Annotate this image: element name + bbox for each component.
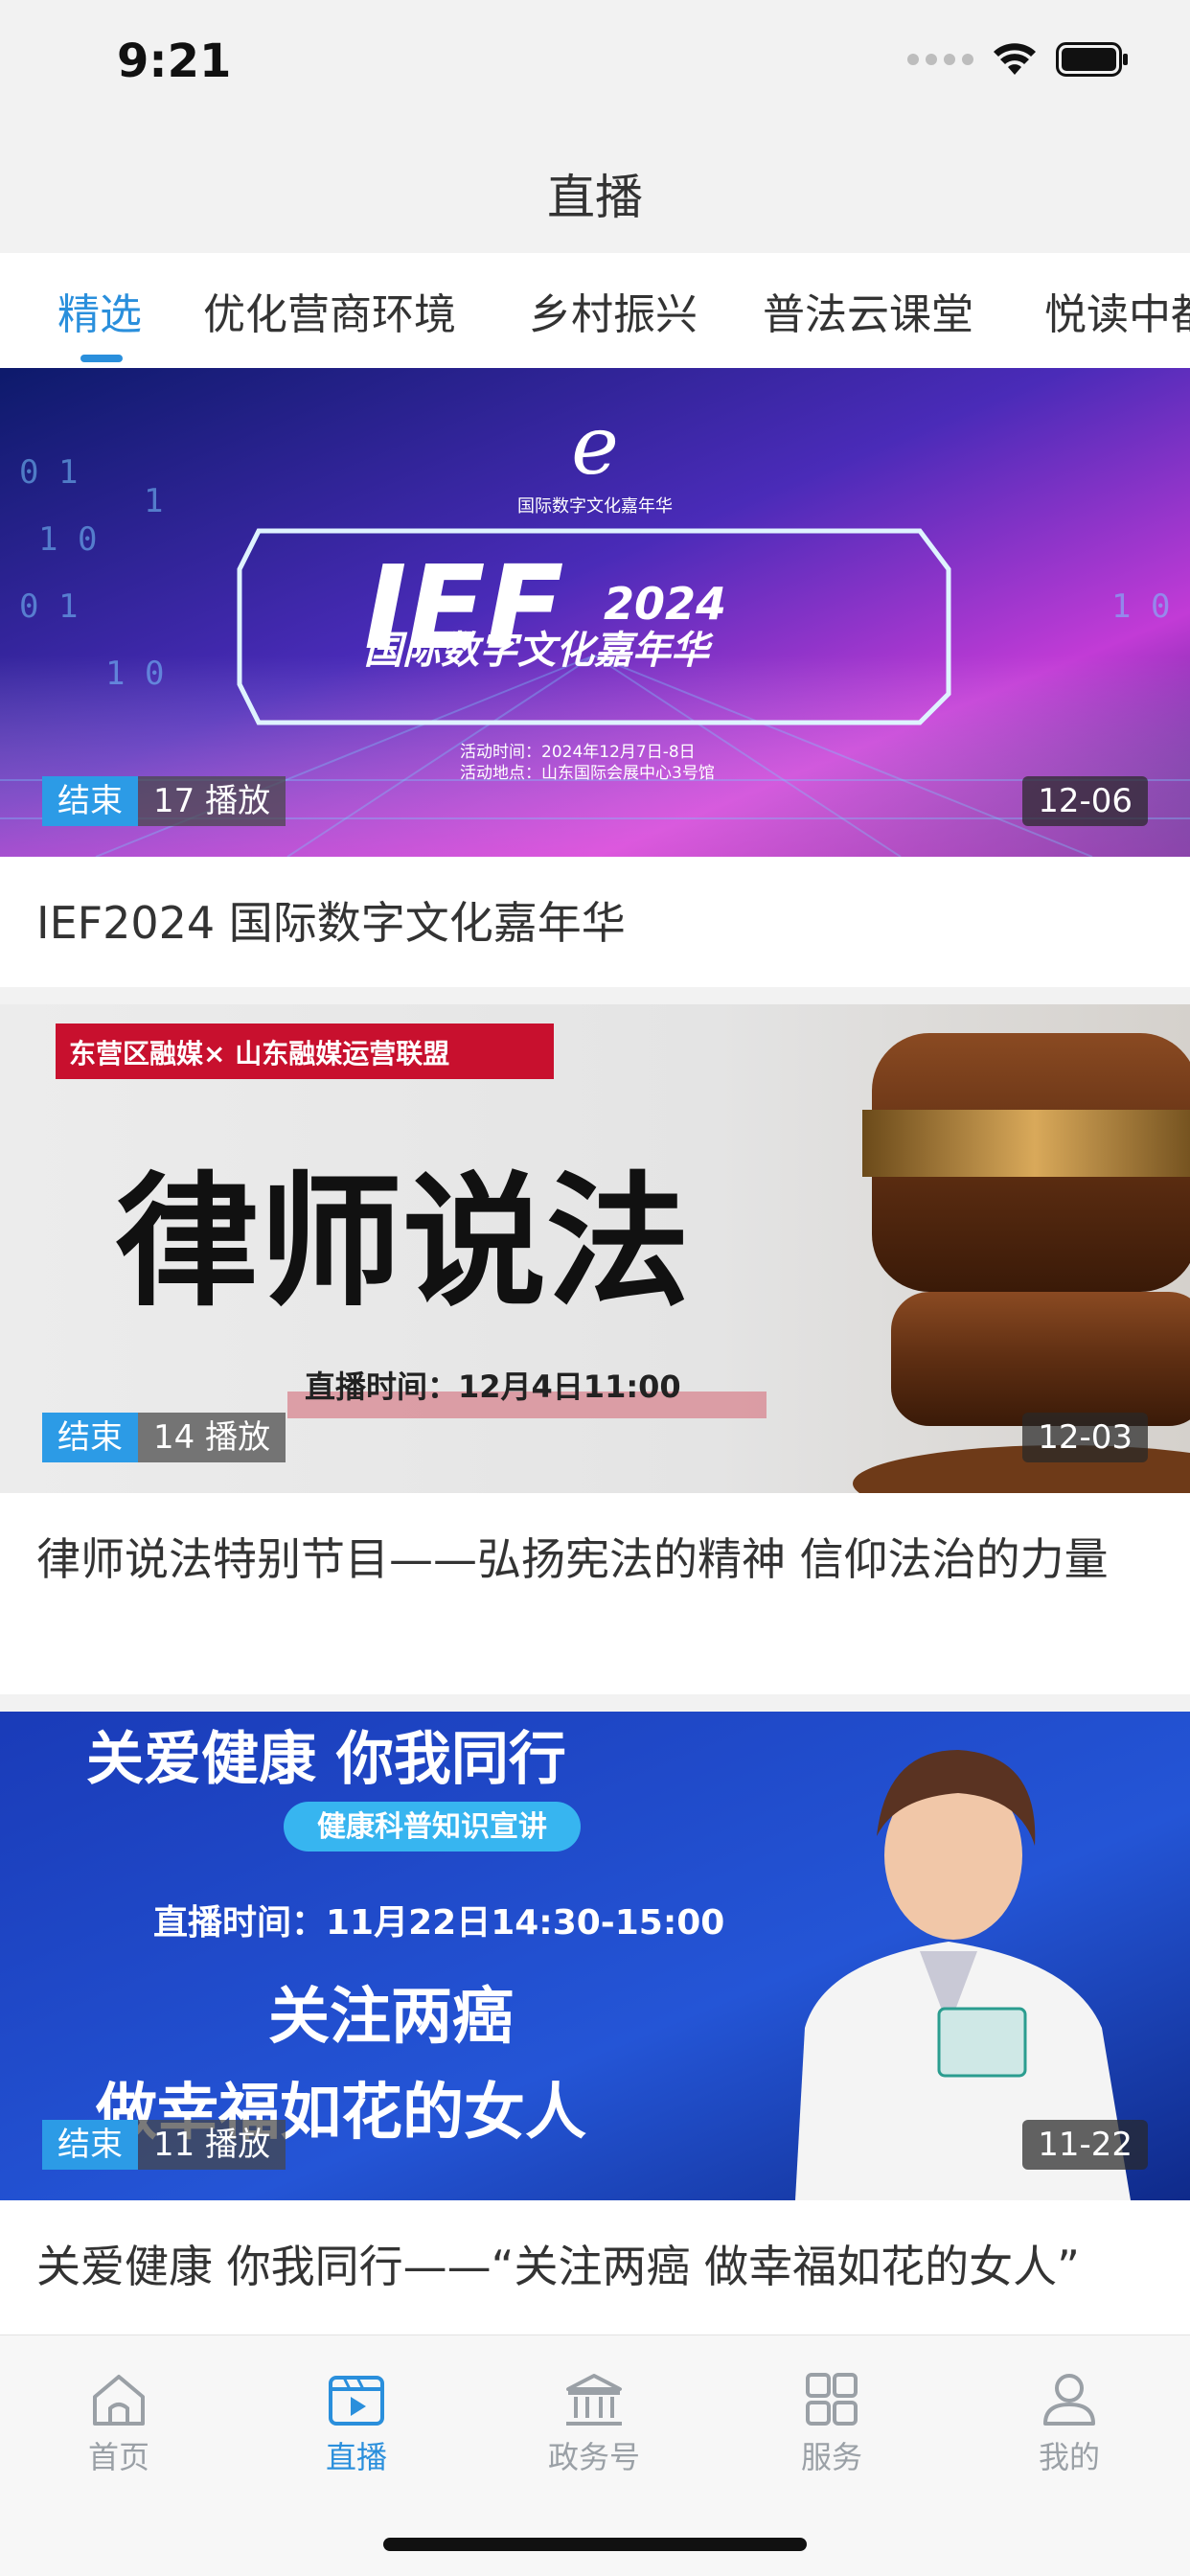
svg-text:东营区融媒× 山东融媒运营联盟: 东营区融媒× 山东融媒运营联盟 — [69, 1038, 449, 1070]
svg-text:e: e — [571, 399, 619, 493]
home-indicator[interactable] — [383, 2538, 807, 2551]
bottom-tab-live[interactable]: 直播 — [261, 2372, 452, 2477]
play-count: 11 播放 — [138, 2120, 286, 2170]
live-thumbnail[interactable]: 东营区融媒× 山东融媒运营联盟 律师说法 直播时间：12月4日11:00 结束 … — [0, 1004, 1190, 1493]
status-badge: 结束 — [42, 776, 138, 826]
svg-text:关爱健康 你我同行: 关爱健康 你我同行 — [86, 1726, 566, 1793]
status-time: 9:21 — [117, 34, 232, 88]
card-divider — [0, 1694, 1190, 1712]
live-card[interactable]: 0 11 00 1 1 011 0 e 国际数字文化嘉年华 IEF 2024 国… — [0, 368, 1190, 958]
svg-text:健康科普知识宣讲: 健康科普知识宣讲 — [317, 1810, 547, 1844]
nav-header: 直播 — [0, 134, 1190, 253]
live-title[interactable]: 律师说法特别节目——弘扬宪法的精神 信仰法治的力量 — [0, 1493, 1190, 1595]
page-title: 直播 — [547, 170, 643, 225]
home-icon — [93, 2375, 145, 2426]
tab-law-class[interactable]: 普法云课堂 — [763, 280, 973, 341]
live-card[interactable]: 东营区融媒× 山东融媒运营联盟 律师说法 直播时间：12月4日11:00 结束 … — [0, 1004, 1190, 1595]
tab-business-environment[interactable]: 优化营商环境 — [203, 280, 456, 341]
bottom-tab-home[interactable]: 首页 — [23, 2372, 215, 2477]
svg-text:活动时间：2024年12月7日-8日: 活动时间：2024年12月7日-8日 — [460, 743, 696, 762]
live-title[interactable]: 关爱健康 你我同行——“关注两癌 做幸福如花的女人” — [0, 2200, 1190, 2302]
status-badge-group: 结束 11 播放 — [42, 2120, 286, 2170]
status-badge: 结束 — [42, 1413, 138, 1462]
category-tab-bar[interactable]: 精选 优化营商环境 乡村振兴 普法云课堂 悦读中都 — [0, 253, 1190, 368]
government-building-icon — [566, 2374, 622, 2426]
svg-text:0 1: 0 1 — [19, 587, 78, 626]
play-count: 14 播放 — [138, 1413, 286, 1462]
tab-reading[interactable]: 悦读中都 — [1044, 280, 1190, 341]
date-badge: 12-03 — [1022, 1413, 1148, 1462]
date-badge: 12-06 — [1022, 776, 1148, 826]
live-card[interactable]: 关爱健康 你我同行 健康科普知识宣讲 直播时间：11月22日14:30-15:0… — [0, 1712, 1190, 2302]
grid-services-icon — [806, 2373, 858, 2426]
bottom-tab-profile[interactable]: 我的 — [973, 2372, 1165, 2477]
svg-text:1: 1 — [144, 482, 163, 520]
status-bar: 9:21 — [0, 0, 1190, 134]
wifi-icon — [994, 43, 1036, 75]
status-badge-group: 结束 17 播放 — [42, 776, 286, 826]
live-thumbnail[interactable]: 0 11 00 1 1 011 0 e 国际数字文化嘉年华 IEF 2024 国… — [0, 368, 1190, 857]
svg-text:直播时间：11月22日14:30-15:00: 直播时间：11月22日14:30-15:00 — [153, 1903, 724, 1943]
svg-text:活动地点：山东国际会展中心3号馆: 活动地点：山东国际会展中心3号馆 — [460, 764, 715, 783]
battery-icon — [1056, 42, 1128, 77]
bottom-tab-label: 直播 — [325, 2439, 387, 2475]
status-badge: 结束 — [42, 2120, 138, 2170]
bottom-tab-government[interactable]: 政务号 — [498, 2372, 690, 2477]
svg-text:律师说法: 律师说法 — [115, 1160, 690, 1326]
card-divider — [0, 987, 1190, 1004]
svg-text:1 0: 1 0 — [38, 520, 97, 559]
bottom-tab-label: 我的 — [1038, 2439, 1100, 2475]
bottom-tab-label: 服务 — [800, 2439, 862, 2475]
screen: 9:21 直播 精选 优化营商环境 乡村振兴 普法云课堂 悦读中都 — [0, 0, 1190, 2576]
live-thumbnail[interactable]: 关爱健康 你我同行 健康科普知识宣讲 直播时间：11月22日14:30-15:0… — [0, 1712, 1190, 2200]
svg-text:1 0: 1 0 — [1111, 587, 1170, 626]
date-badge: 11-22 — [1022, 2120, 1148, 2170]
svg-text:1 0: 1 0 — [105, 655, 164, 693]
svg-text:直播时间：12月4日11:00: 直播时间：12月4日11:00 — [305, 1368, 681, 1405]
user-profile-icon — [1043, 2374, 1095, 2426]
signal-icon — [907, 54, 973, 65]
status-badge-group: 结束 14 播放 — [42, 1413, 286, 1462]
svg-text:0 1: 0 1 — [19, 453, 78, 492]
tab-rural-revitalization[interactable]: 乡村振兴 — [529, 280, 698, 341]
svg-text:关注两癌: 关注两癌 — [268, 1982, 514, 2053]
active-tab-indicator — [80, 355, 123, 362]
svg-text:2024: 2024 — [604, 578, 726, 630]
bottom-tab-label: 政务号 — [547, 2439, 640, 2475]
live-title[interactable]: IEF2024 国际数字文化嘉年华 — [0, 857, 1190, 958]
status-icons — [907, 42, 1129, 77]
live-video-icon — [329, 2376, 384, 2426]
play-count: 17 播放 — [138, 776, 286, 826]
svg-text:国际数字文化嘉年华: 国际数字文化嘉年华 — [364, 629, 714, 673]
svg-text:国际数字文化嘉年华: 国际数字文化嘉年华 — [517, 496, 673, 517]
bottom-tab-label: 首页 — [87, 2439, 149, 2475]
tab-featured[interactable]: 精选 — [57, 280, 142, 341]
bottom-tab-services[interactable]: 服务 — [736, 2372, 927, 2477]
